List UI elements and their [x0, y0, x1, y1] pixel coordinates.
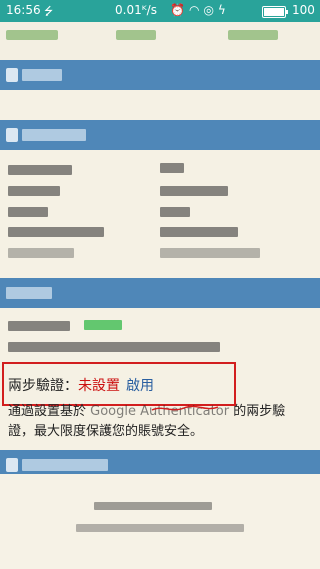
two-factor-label: 兩步驗證：: [8, 378, 78, 394]
desc-prefix: 通過設置基於: [8, 404, 87, 419]
blurred-text: [160, 163, 184, 173]
blurred-text: [8, 227, 104, 237]
blurred-text: [94, 502, 212, 510]
two-factor-description: 通過設置基於 Google Authenticator 的兩步驗: [8, 400, 285, 419]
charging-icon: ϟ: [217, 3, 230, 17]
section-icon: [6, 68, 18, 82]
blurred-card: [0, 474, 320, 569]
status-icons: ⏰◠◎ϟ: [170, 3, 230, 17]
circle-icon: ◎: [203, 3, 218, 17]
blurred-text: [76, 524, 244, 532]
blurred-stats-strip: [0, 22, 320, 60]
status-bar: 16:56 ⭍ 0.01ᴷ/s ⏰◠◎ϟ 100: [0, 0, 320, 22]
section-header: [0, 60, 320, 90]
network-speed: 0.01ᴷ/s: [115, 3, 157, 17]
blurred-heading: [22, 69, 62, 81]
blurred-item: [228, 30, 278, 40]
blurred-item: [6, 30, 58, 40]
blurred-text: [8, 186, 60, 196]
two-factor-description-line2: 證，最大限度保護您的賬號安全。: [8, 424, 204, 439]
blurred-text: [160, 186, 228, 196]
enable-two-factor-link[interactable]: 啟用: [126, 378, 154, 394]
battery-percent: 100: [292, 3, 315, 17]
blurred-text: [160, 207, 190, 217]
blurred-text: [160, 227, 238, 237]
section-header: [0, 278, 320, 308]
section-icon: [6, 128, 18, 142]
alarm-off-icon: ⏰: [170, 3, 189, 17]
desc-suffix: 的兩步驗: [229, 404, 286, 419]
status-time: 16:56: [6, 3, 41, 17]
wifi-icon: ◠: [188, 3, 204, 17]
blurred-heading: [22, 129, 86, 141]
battery-fill: [264, 8, 284, 16]
usb-icon: ⭍: [44, 5, 54, 18]
blurred-text: [8, 165, 72, 175]
blurred-heading: [22, 459, 108, 471]
blurred-text: [8, 248, 74, 258]
blurred-status: [84, 320, 122, 330]
blurred-text: [8, 342, 220, 352]
section-icon: [6, 458, 18, 472]
blurred-text: [160, 248, 260, 258]
section-header: [0, 120, 320, 150]
blurred-heading: [6, 287, 52, 299]
two-factor-status: 未設置: [78, 378, 120, 394]
blurred-text: [8, 321, 70, 331]
red-scribble: [151, 405, 219, 411]
two-factor-row: 兩步驗證：未設置 啟用: [8, 375, 154, 395]
battery-icon: [262, 6, 288, 18]
blurred-text: [8, 207, 48, 217]
blurred-item: [116, 30, 156, 40]
